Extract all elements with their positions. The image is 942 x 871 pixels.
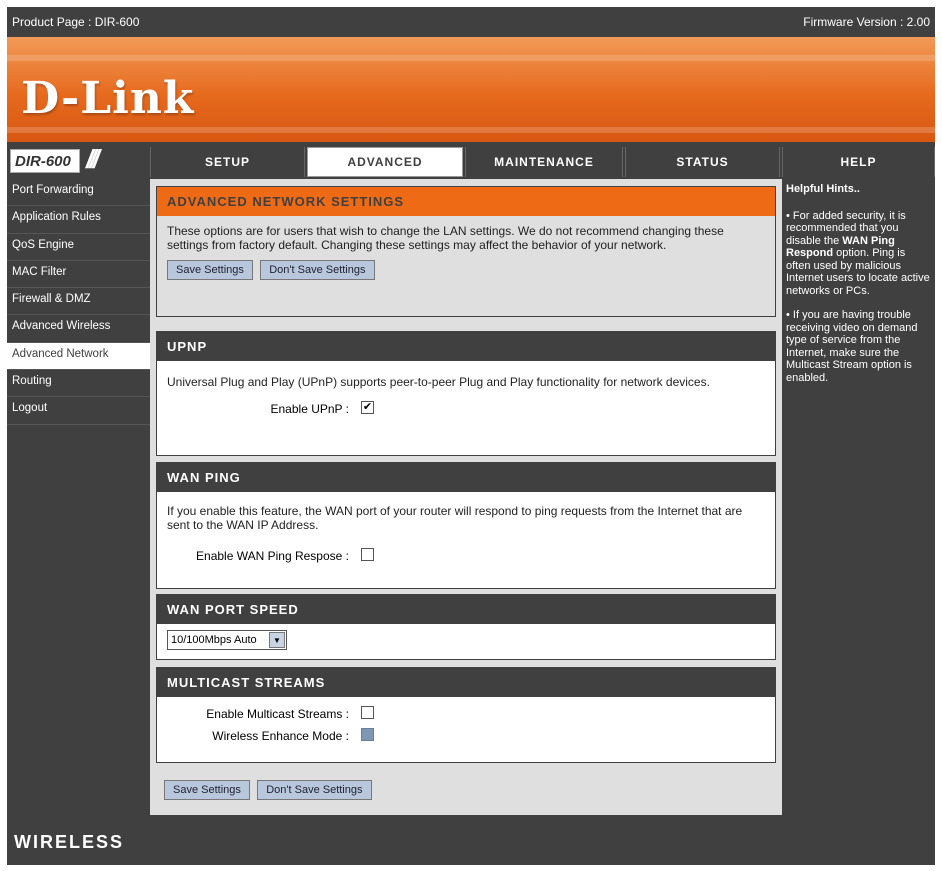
save-settings-button[interactable]: Save Settings — [167, 260, 253, 280]
sidebar-item-routing[interactable]: Routing — [7, 370, 150, 398]
enable-wan-ping-checkbox[interactable] — [361, 548, 374, 561]
dont-save-settings-button[interactable]: Don't Save Settings — [260, 260, 375, 280]
wireless-logo: WIRELESS — [14, 832, 125, 852]
enable-upnp-checkbox[interactable]: ✔ — [361, 401, 374, 414]
multicast-options: Enable Multicast Streams : Wireless Enha… — [157, 697, 775, 748]
wireless-enhance-checkbox — [361, 728, 374, 741]
product-page-label: Product Page : DIR-600 — [12, 15, 140, 29]
model-name: DIR-600 — [10, 149, 80, 173]
tab-advanced[interactable]: ADVANCED — [307, 147, 463, 177]
router-admin-frame: Product Page : DIR-600 Firmware Version … — [7, 7, 935, 865]
wan-port-speed-title: WAN PORT SPEED — [157, 595, 775, 624]
enable-wan-ping-label: Enable WAN Ping Respose : — [196, 549, 349, 563]
wan-ping-title: WAN PING — [157, 463, 775, 492]
top-bar: Product Page : DIR-600 Firmware Version … — [7, 7, 935, 37]
bottom-buttons: Save Settings Don't Save Settings — [164, 780, 376, 800]
intro-title: ADVANCED NETWORK SETTINGS — [157, 187, 775, 216]
multicast-streams-section: MULTICAST STREAMS Enable Multicast Strea… — [156, 667, 776, 763]
top-navigation: DIR-600 /// SETUP ADVANCED MAINTENANCE S… — [7, 144, 935, 179]
upnp-title: UPNP — [157, 332, 775, 361]
enable-wan-ping-row: Enable WAN Ping Respose : — [157, 546, 775, 568]
sidebar-item-firewall-dmz[interactable]: Firewall & DMZ — [7, 288, 150, 316]
footer-bar: WIRELESS — [7, 815, 935, 865]
sidebar-item-port-forwarding[interactable]: Port Forwarding — [7, 179, 150, 207]
wan-port-speed-row: 10/100Mbps Auto ▼ — [157, 624, 775, 656]
enable-multicast-row: Enable Multicast Streams : — [157, 704, 775, 726]
slash-decoration-icon: /// — [86, 144, 100, 174]
wan-port-speed-value: 10/100Mbps Auto — [171, 634, 257, 646]
sidebar-item-application-rules[interactable]: Application Rules — [7, 206, 150, 234]
help-title: Helpful Hints.. — [786, 183, 860, 195]
tab-maintenance[interactable]: MAINTENANCE — [465, 147, 623, 177]
banner-stripe — [7, 127, 935, 133]
wan-port-speed-select[interactable]: 10/100Mbps Auto ▼ — [167, 630, 287, 650]
help-hint-multicast: • If you are having trouble receiving vi… — [786, 309, 918, 384]
wireless-enhance-row: Wireless Enhance Mode : — [157, 726, 775, 748]
firmware-version-label: Firmware Version : 2.00 — [803, 15, 930, 29]
sidebar-menu: Port Forwarding Application Rules QoS En… — [7, 179, 150, 815]
sidebar-item-mac-filter[interactable]: MAC Filter — [7, 261, 150, 289]
sidebar-item-advanced-wireless[interactable]: Advanced Wireless — [7, 315, 150, 343]
sidebar-item-qos-engine[interactable]: QoS Engine — [7, 234, 150, 261]
advanced-network-intro: ADVANCED NETWORK SETTINGS These options … — [156, 186, 776, 317]
brand-banner: D-Link — [7, 37, 935, 142]
help-panel: Helpful Hints.. • For added security, it… — [782, 179, 935, 815]
tab-setup[interactable]: SETUP — [150, 147, 305, 177]
enable-upnp-label: Enable UPnP : — [270, 402, 350, 416]
multicast-title: MULTICAST STREAMS — [157, 668, 775, 697]
enable-multicast-checkbox[interactable] — [361, 706, 374, 719]
save-settings-button-bottom[interactable]: Save Settings — [164, 780, 250, 800]
help-hint-wan-ping: • For added security, it is recommended … — [786, 210, 932, 298]
chevron-down-icon[interactable]: ▼ — [269, 632, 285, 648]
enable-upnp-row: Enable UPnP : ✔ — [157, 399, 775, 421]
dlink-logo: D-Link — [21, 73, 195, 124]
upnp-section: UPNP Universal Plug and Play (UPnP) supp… — [156, 331, 776, 456]
sidebar-item-logout[interactable]: Logout — [7, 397, 150, 425]
wan-ping-description: If you enable this feature, the WAN port… — [167, 504, 743, 532]
banner-stripe — [7, 55, 935, 61]
tab-help[interactable]: HELP — [782, 147, 935, 177]
dont-save-settings-button-bottom[interactable]: Don't Save Settings — [257, 780, 372, 800]
upnp-description: Universal Plug and Play (UPnP) supports … — [167, 375, 710, 389]
sidebar-item-advanced-network[interactable]: Advanced Network — [7, 342, 150, 371]
main-content: ADVANCED NETWORK SETTINGS These options … — [150, 179, 782, 815]
intro-buttons: Save Settings Don't Save Settings — [157, 260, 775, 280]
tab-status[interactable]: STATUS — [625, 147, 780, 177]
model-badge: DIR-600 /// — [10, 144, 145, 175]
wan-ping-section: WAN PING If you enable this feature, the… — [156, 462, 776, 589]
intro-text: These options are for users that wish to… — [157, 216, 775, 260]
wan-port-speed-section: WAN PORT SPEED 10/100Mbps Auto ▼ — [156, 594, 776, 660]
wireless-enhance-label: Wireless Enhance Mode : — [212, 729, 349, 743]
enable-multicast-label: Enable Multicast Streams : — [206, 707, 349, 721]
